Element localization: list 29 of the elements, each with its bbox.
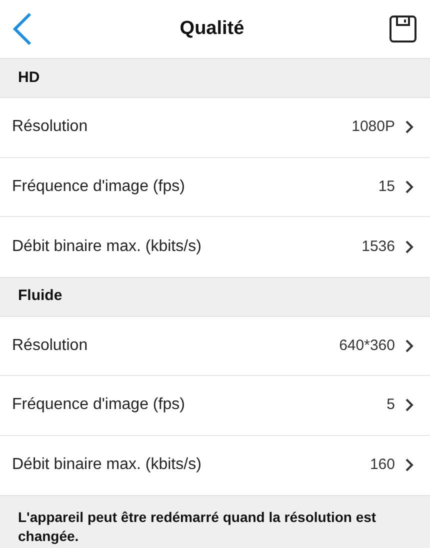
row-label: Résolution xyxy=(12,336,89,356)
row-value: 1536 xyxy=(362,236,395,256)
row-value: 160 xyxy=(370,455,395,475)
row-label: Résolution xyxy=(12,117,89,138)
row-value: 1080P xyxy=(352,117,395,137)
settings-row[interactable]: Résolution 1080P xyxy=(0,98,430,158)
row-label: Débit binaire max. (kbits/s) xyxy=(12,236,202,257)
chevron-icon xyxy=(405,240,414,254)
row-value: 640*360 xyxy=(339,336,395,356)
page-title: Qualité xyxy=(180,16,244,41)
row-value: 15 xyxy=(378,176,395,196)
section-header: HD xyxy=(0,58,430,98)
settings-row[interactable]: Débit binaire max. (kbits/s) 160 xyxy=(0,436,430,495)
settings-row[interactable]: Fréquence d'image (fps) 15 xyxy=(0,158,430,217)
save-button[interactable] xyxy=(388,14,418,44)
settings-row[interactable]: Débit binaire max. (kbits/s) 1536 xyxy=(0,217,430,276)
row-label: Fréquence d'image (fps) xyxy=(12,395,186,416)
row-label: Fréquence d'image (fps) xyxy=(12,176,186,197)
chevron-icon xyxy=(405,120,414,134)
settings-row[interactable]: Résolution 640*360 xyxy=(0,316,430,376)
chevron-icon xyxy=(405,180,414,194)
footer-note: L'appareil peut être redémarré quand la résolution est changée. xyxy=(18,508,378,546)
settings-row[interactable]: Fréquence d'image (fps) 5 xyxy=(0,376,430,436)
chevron-icon xyxy=(405,398,414,412)
chevron-icon xyxy=(405,458,414,472)
chevron-icon xyxy=(405,338,414,353)
row-value: 5 xyxy=(386,395,395,415)
row-label: Débit binaire max. (kbits/s) xyxy=(12,455,202,476)
section-header: Fluide xyxy=(0,276,430,316)
